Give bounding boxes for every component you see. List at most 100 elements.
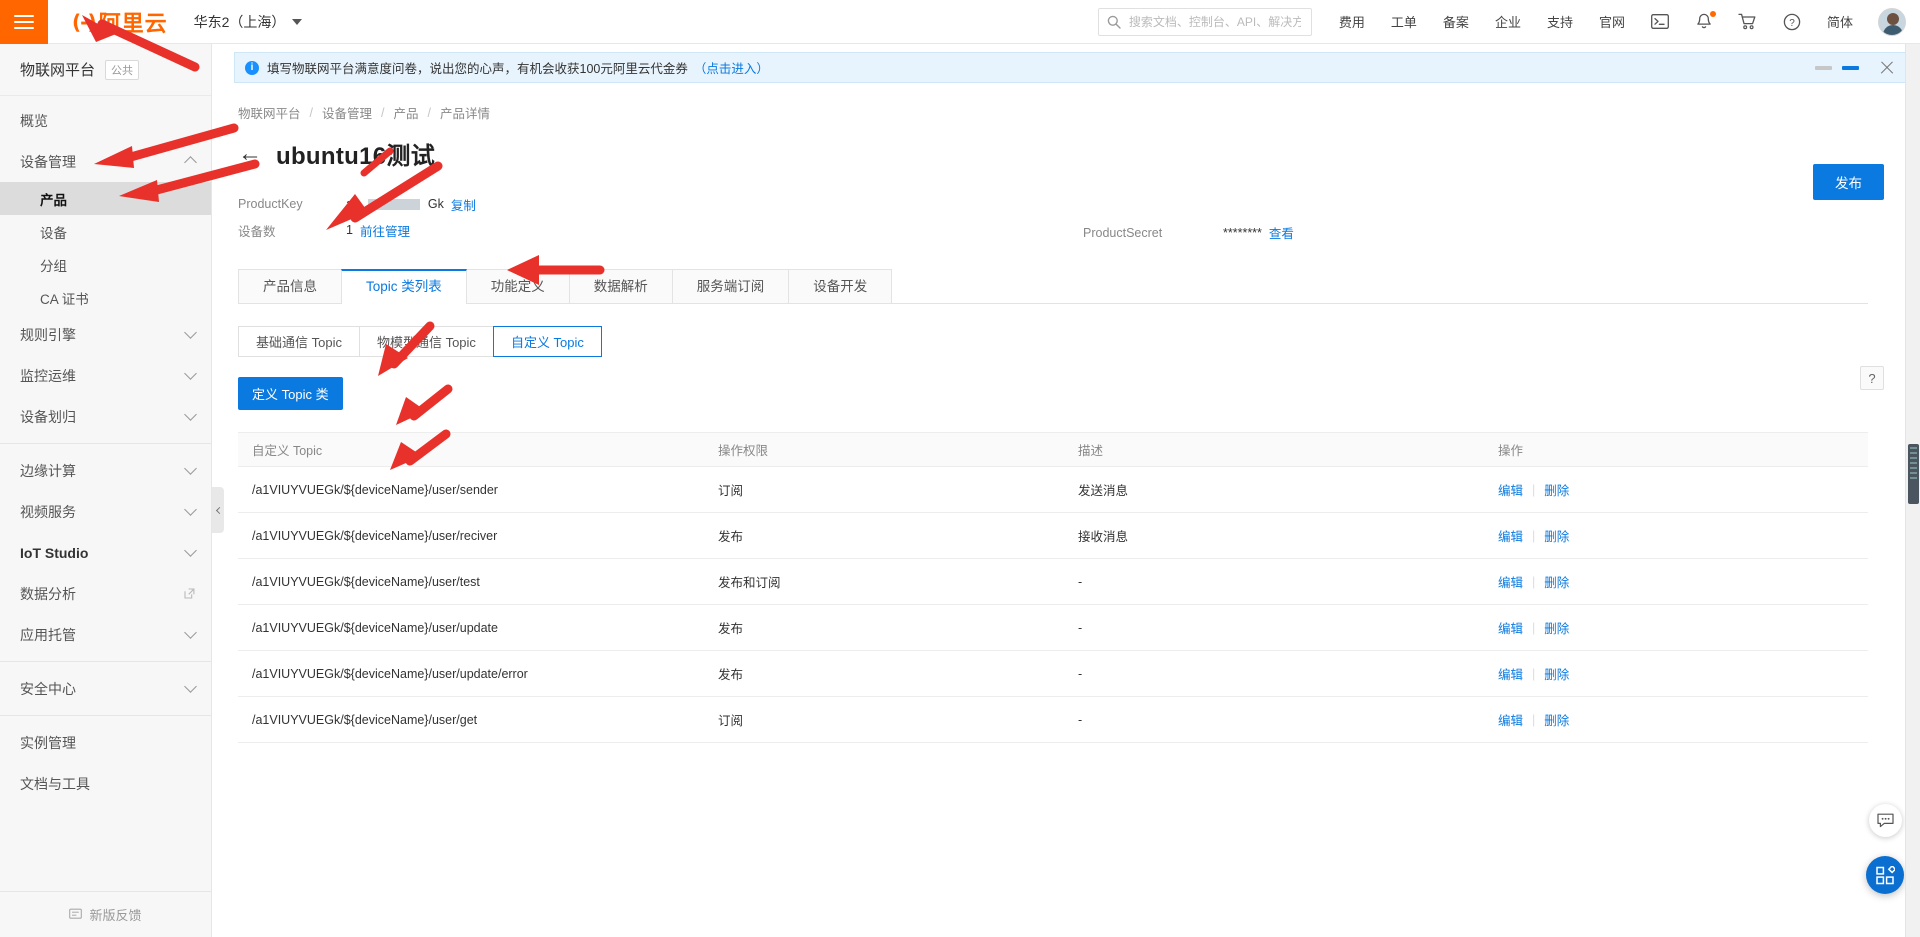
sidebar-item-overview[interactable]: 概览 xyxy=(0,100,211,141)
banner-page-dot-1[interactable] xyxy=(1815,65,1832,70)
sidebar-item-label: 应用托管 xyxy=(20,626,76,643)
edit-link[interactable]: 编辑 xyxy=(1498,664,1523,683)
chevron-down-icon xyxy=(184,462,197,475)
chevron-down-icon xyxy=(184,408,197,421)
sidebar-item-instance-management[interactable]: 实例管理 xyxy=(0,722,211,763)
avatar[interactable] xyxy=(1878,7,1906,36)
sidebar-product-tag: 公共 xyxy=(105,59,140,80)
sidebar-collapse-handle[interactable] xyxy=(212,487,224,533)
close-icon[interactable] xyxy=(1879,60,1895,76)
scrollbar-thumb[interactable] xyxy=(1908,444,1919,504)
sidebar-item-docs-tools[interactable]: 文档与工具 xyxy=(0,763,211,804)
edit-link[interactable]: 编辑 xyxy=(1498,526,1523,545)
sidebar-product-header[interactable]: 物联网平台 公共 xyxy=(0,44,211,96)
subtab-tsl-communication-topic[interactable]: 物模型通信 Topic xyxy=(358,326,494,357)
bell-icon[interactable] xyxy=(1694,10,1716,32)
question-icon[interactable]: ? xyxy=(1782,12,1802,32)
edit-link[interactable]: 编辑 xyxy=(1498,710,1523,729)
language-selector[interactable]: 简体 xyxy=(1827,12,1853,31)
device-count-row: 设备数 1 前往管理 xyxy=(238,217,1868,243)
delete-link[interactable]: 删除 xyxy=(1544,710,1569,729)
delete-link[interactable]: 删除 xyxy=(1544,526,1569,545)
nav-link-tickets[interactable]: 工单 xyxy=(1391,12,1417,31)
cell-permission: 发布 xyxy=(718,530,744,544)
sidebar-item-device-management[interactable]: 设备管理 xyxy=(0,141,211,182)
sidebar-item-ca-certificate[interactable]: CA 证书 xyxy=(0,281,211,314)
apps-grid-icon[interactable] xyxy=(1866,856,1904,894)
notification-link[interactable]: （点击进入） xyxy=(694,58,769,77)
sidebar-item-rules-engine[interactable]: 规则引擎 xyxy=(0,314,211,355)
info-icon: i xyxy=(245,60,259,75)
breadcrumb-item-iot-platform[interactable]: 物联网平台 xyxy=(238,103,301,122)
sidebar-item-products[interactable]: 产品 xyxy=(0,182,211,215)
tab-server-subscription[interactable]: 服务端订阅 xyxy=(671,269,790,303)
chat-bubble-icon[interactable] xyxy=(1869,804,1902,837)
product-secret-label: ProductSecret xyxy=(1083,225,1163,240)
tab-device-development[interactable]: 设备开发 xyxy=(788,269,893,303)
delete-link[interactable]: 删除 xyxy=(1544,572,1569,591)
aliyun-logo[interactable]: (-) 阿里云 xyxy=(72,6,168,38)
sidebar-item-video-service[interactable]: 视频服务 xyxy=(0,491,211,532)
sidebar-item-monitoring[interactable]: 监控运维 xyxy=(0,355,211,396)
sidebar-item-app-hosting[interactable]: 应用托管 xyxy=(0,614,211,655)
banner-page-dot-2[interactable] xyxy=(1842,65,1859,70)
sidebar-item-iot-studio[interactable]: IoT Studio xyxy=(0,532,211,573)
notification-banner: i 填写物联网平台满意度问卷，说出您的心声，有机会收获100元阿里云代金券 （点… xyxy=(234,52,1908,83)
terminal-icon[interactable] xyxy=(1650,12,1670,32)
edit-link[interactable]: 编辑 xyxy=(1498,480,1523,499)
global-search[interactable] xyxy=(1097,7,1312,36)
action-separator: | xyxy=(1532,712,1536,727)
tab-product-info[interactable]: 产品信息 xyxy=(238,269,342,303)
hamburger-menu-icon[interactable] xyxy=(0,0,48,44)
define-topic-class-button[interactable]: 定义 Topic 类 xyxy=(238,377,343,410)
sidebar-item-data-analysis[interactable]: 数据分析 xyxy=(0,573,211,614)
go-to-device-management-link[interactable]: 前往管理 xyxy=(360,221,410,240)
sidebar-item-groups[interactable]: 分组 xyxy=(0,248,211,281)
sidebar-item-device-assignment[interactable]: 设备划归 xyxy=(0,396,211,437)
nav-link-website[interactable]: 官网 xyxy=(1599,12,1625,31)
cell-actions: 编辑 | 删除 xyxy=(1498,526,1868,545)
cell-topic: /a1VIUYVUEGk/${deviceName}/user/update/e… xyxy=(252,666,528,681)
breadcrumb-item-product-detail: 产品详情 xyxy=(440,107,491,121)
subtab-custom-topic[interactable]: 自定义 Topic xyxy=(492,326,602,357)
cell-permission: 发布 xyxy=(718,668,744,682)
sidebar-item-security-center[interactable]: 安全中心 xyxy=(0,668,211,709)
copy-product-key-link[interactable]: 复制 xyxy=(451,195,476,214)
chevron-down-icon xyxy=(184,367,197,380)
sidebar-item-label: 文档与工具 xyxy=(20,775,90,792)
breadcrumb-item-products[interactable]: 产品 xyxy=(394,103,419,122)
back-arrow-icon[interactable]: ← xyxy=(238,141,262,166)
page-scrollbar[interactable] xyxy=(1905,44,1920,937)
view-product-secret-link[interactable]: 查看 xyxy=(1269,223,1294,242)
subtab-basic-communication-topic[interactable]: 基础通信 Topic xyxy=(238,326,360,357)
edit-link[interactable]: 编辑 xyxy=(1498,572,1523,591)
tab-data-parsing[interactable]: 数据解析 xyxy=(568,269,673,303)
cell-actions: 编辑 | 删除 xyxy=(1498,618,1868,637)
chevron-down-icon xyxy=(184,680,197,693)
nav-link-fees[interactable]: 费用 xyxy=(1339,12,1365,31)
avatar-head xyxy=(1887,12,1899,25)
region-selector[interactable]: 华东2（上海） xyxy=(194,12,303,32)
nav-link-enterprise[interactable]: 企业 xyxy=(1495,12,1521,31)
sidebar-item-edge-computing[interactable]: 边缘计算 xyxy=(0,450,211,491)
search-input[interactable] xyxy=(1126,13,1303,30)
product-key-prefix: a1 xyxy=(346,197,360,211)
feedback-icon xyxy=(69,908,83,919)
nav-link-icp[interactable]: 备案 xyxy=(1443,12,1469,31)
tab-feature-definition[interactable]: 功能定义 xyxy=(465,269,570,303)
sidebar-item-label: CA 证书 xyxy=(40,291,89,307)
sidebar-feedback-button[interactable]: 新版反馈 xyxy=(0,891,211,937)
delete-link[interactable]: 删除 xyxy=(1544,480,1569,499)
sidebar-item-devices[interactable]: 设备 xyxy=(0,215,211,248)
cart-icon[interactable] xyxy=(1738,12,1758,32)
breadcrumb-item-device-management[interactable]: 设备管理 xyxy=(322,103,372,122)
tab-topic-list[interactable]: Topic 类列表 xyxy=(341,269,467,304)
delete-link[interactable]: 删除 xyxy=(1544,618,1569,637)
edit-link[interactable]: 编辑 xyxy=(1498,618,1523,637)
cell-description: 接收消息 xyxy=(1078,530,1129,544)
nav-link-support[interactable]: 支持 xyxy=(1547,12,1573,31)
help-button[interactable]: ? xyxy=(1860,366,1884,390)
delete-link[interactable]: 删除 xyxy=(1544,664,1569,683)
product-key-row: ProductKey a1 Gk 复制 xyxy=(238,191,1868,217)
breadcrumb-separator: / xyxy=(381,105,385,120)
